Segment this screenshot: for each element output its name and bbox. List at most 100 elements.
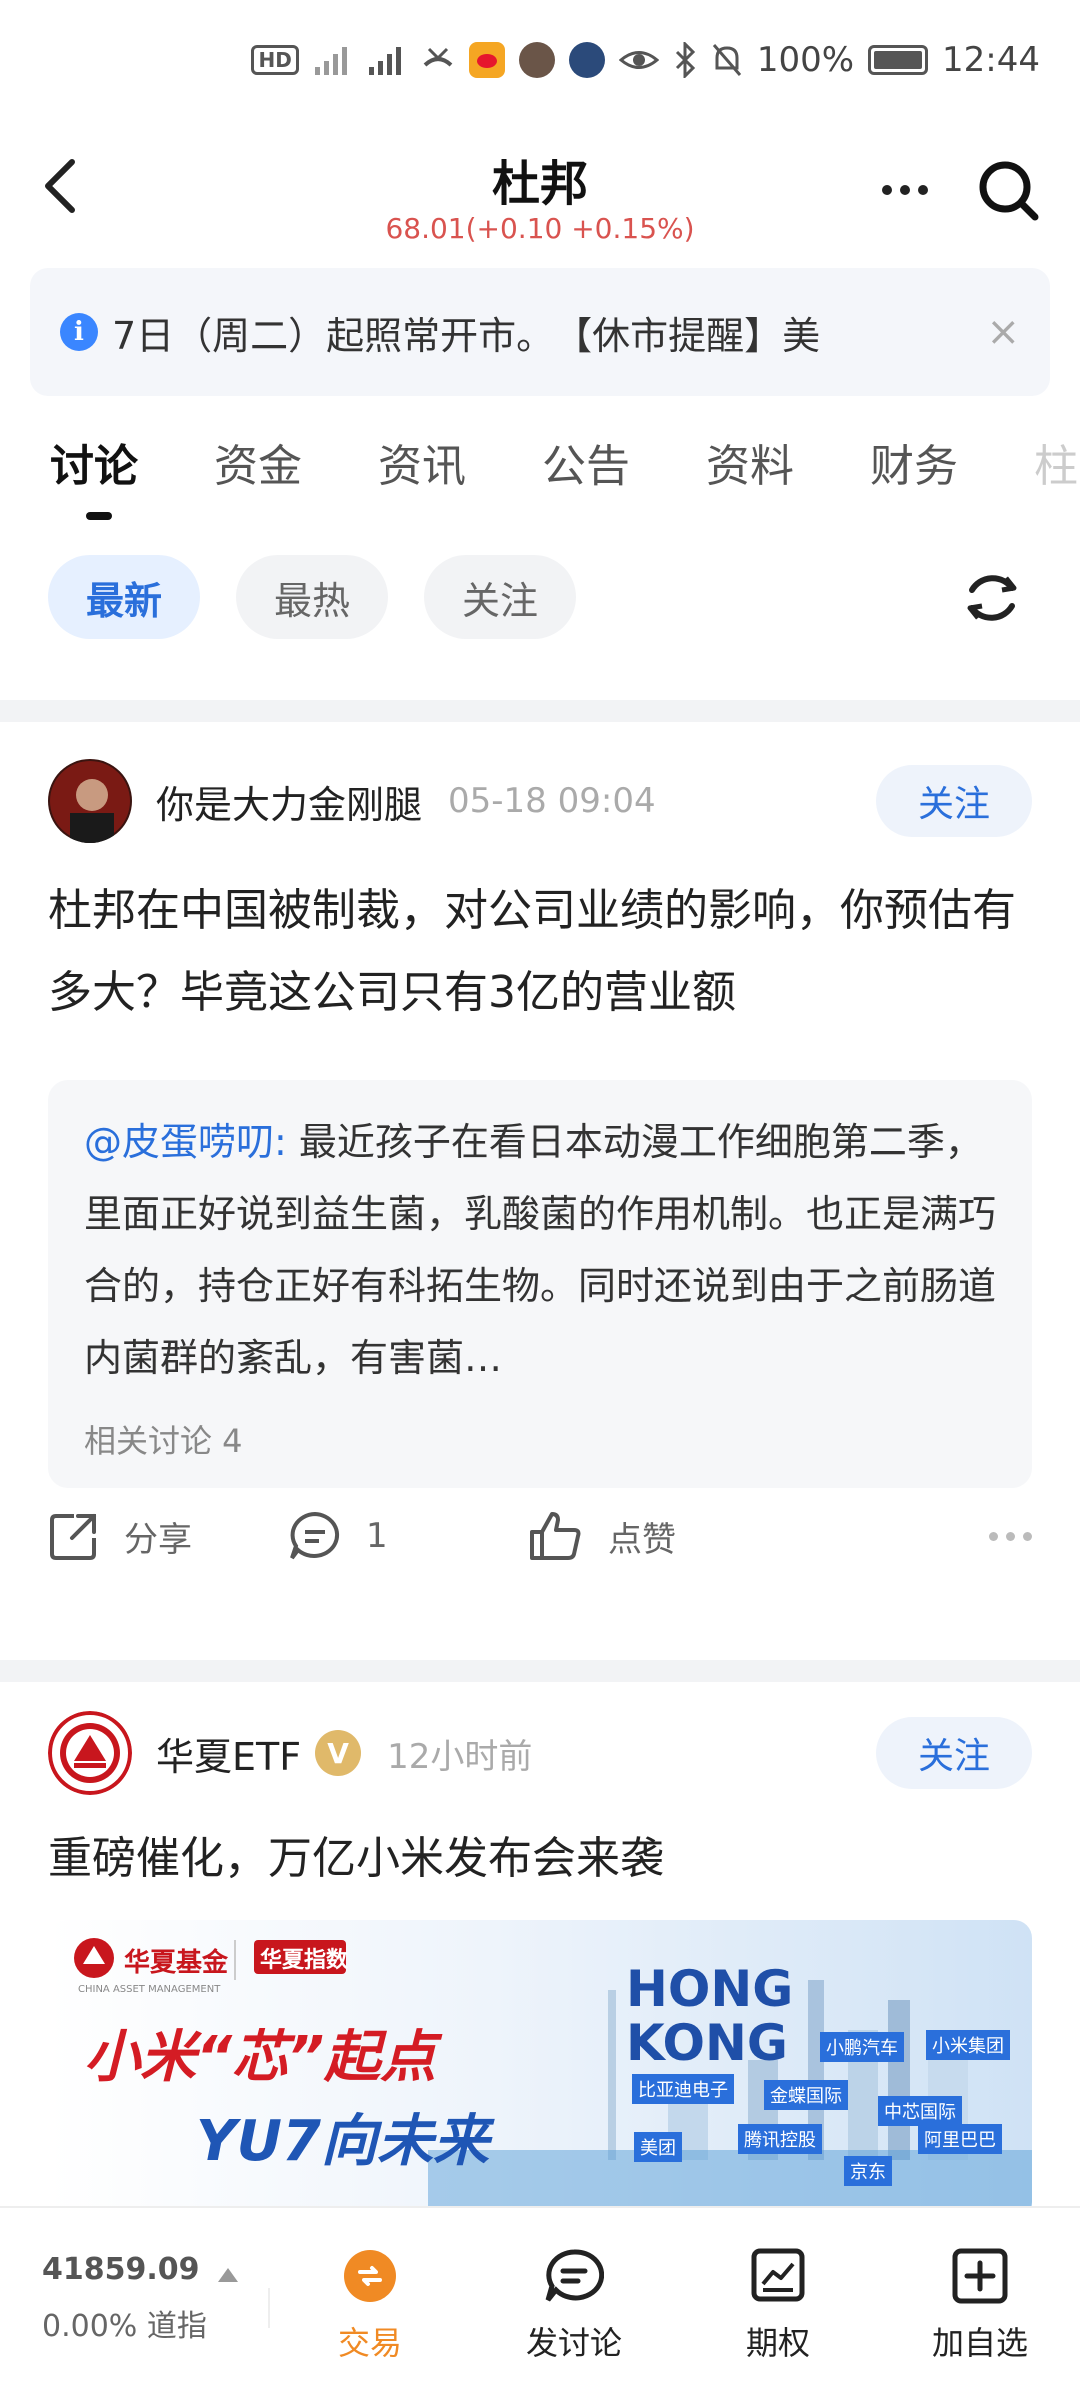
status-bar: HD 100% 12:44 bbox=[0, 0, 1080, 120]
banner-tag: 阿里巴巴 bbox=[918, 2124, 1002, 2154]
index-change: 0.00% 道指 bbox=[42, 2309, 207, 2344]
hd-icon: HD bbox=[251, 45, 299, 75]
search-button[interactable] bbox=[974, 156, 1044, 226]
signal-4g-icon bbox=[367, 40, 407, 80]
nav-divider bbox=[268, 2288, 270, 2328]
section-divider bbox=[0, 1660, 1080, 1682]
post-time: 12小时前 bbox=[387, 1736, 533, 1777]
refresh-button[interactable] bbox=[954, 560, 1030, 636]
follow-button[interactable]: 关注 bbox=[875, 765, 1032, 837]
post-time: 05-18 09:04 bbox=[448, 781, 656, 821]
banner-tag: 京东 bbox=[844, 2156, 892, 2186]
index-value: 41859.09 bbox=[42, 2252, 200, 2287]
plus-square-icon bbox=[952, 2248, 1008, 2304]
trade-icon bbox=[344, 2250, 396, 2302]
post-actions: 分享 1 点赞 bbox=[48, 1496, 1032, 1576]
refresh-icon bbox=[967, 575, 1017, 621]
like-label: 点赞 bbox=[608, 1519, 676, 1560]
notice-banner[interactable]: i 7日（周二）起照常开市。 【休市提醒】美 × bbox=[30, 268, 1050, 396]
banner-tag: 小米集团 bbox=[926, 2030, 1010, 2060]
nav-post-discussion[interactable]: 发讨论 bbox=[504, 2248, 644, 2364]
filter-hot[interactable]: 最热 bbox=[236, 555, 389, 639]
thumbs-up-icon bbox=[530, 1512, 581, 1560]
post-body[interactable]: 杜邦在中国被制裁，对公司业绩的影响，你预估有多大？毕竟这公司只有3亿的营业额 bbox=[48, 870, 1032, 1034]
like-button[interactable]: 点赞 bbox=[528, 1510, 676, 1562]
quote-mention[interactable]: @皮蛋唠叨: bbox=[84, 1120, 287, 1164]
post-card[interactable]: 你是大力金刚腿 05-18 09:04 关注 杜邦在中国被制裁，对公司业绩的影响… bbox=[0, 758, 1080, 1648]
tab-financials[interactable]: 财务 bbox=[870, 430, 958, 520]
post-body[interactable]: 重磅催化，万亿小米发布会来袭 bbox=[48, 1818, 1032, 1900]
banner-brand: 华夏基金 bbox=[124, 1948, 229, 1978]
author-name[interactable]: 你是大力金刚腿 bbox=[156, 774, 422, 829]
header: 杜邦 68.01(+0.10 +0.15%) bbox=[0, 130, 1080, 260]
filter-following[interactable]: 关注 bbox=[424, 555, 577, 639]
weibo-icon bbox=[468, 42, 505, 78]
filter-group: 最新 最热 关注 bbox=[48, 555, 577, 639]
filter-latest[interactable]: 最新 bbox=[48, 555, 201, 639]
related-discussions[interactable]: 相关讨论 4 bbox=[84, 1416, 996, 1462]
mute-bell-icon bbox=[711, 40, 743, 80]
nav-options[interactable]: 期权 bbox=[708, 2248, 848, 2364]
avatar[interactable] bbox=[48, 1711, 132, 1795]
banner-tag: 小鹏汽车 bbox=[820, 2032, 904, 2062]
follow-button[interactable]: 关注 bbox=[875, 1717, 1032, 1789]
post-header: 你是大力金刚腿 05-18 09:04 关注 bbox=[48, 758, 1032, 844]
banner-tag: 中芯国际 bbox=[878, 2096, 962, 2126]
clock: 12:44 bbox=[942, 40, 1040, 80]
share-label: 分享 bbox=[124, 1519, 192, 1560]
quote-text: @皮蛋唠叨: 最近孩子在看日本动漫工作细胞第二季，里面正好说到益生菌，乳酸菌的作… bbox=[84, 1106, 996, 1394]
share-button[interactable]: 分享 bbox=[48, 1510, 288, 1562]
more-options-button[interactable] bbox=[870, 160, 940, 220]
share-icon bbox=[50, 1514, 96, 1560]
comment-icon bbox=[290, 1511, 340, 1560]
info-icon: i bbox=[60, 313, 98, 351]
nav-trade[interactable]: 交易 bbox=[300, 2248, 440, 2364]
post-card[interactable]: 华夏ETF V 12小时前 关注 重磅催化，万亿小米发布会来袭 华夏基金 CHI… bbox=[0, 1710, 1080, 2220]
tab-bar: 讨论 资金 资讯 公告 资料 财务 柱 bbox=[50, 430, 1080, 520]
nav-options-label: 期权 bbox=[745, 2324, 810, 2362]
battery-percent: 100% bbox=[756, 40, 855, 80]
tab-news[interactable]: 资讯 bbox=[378, 430, 466, 520]
eye-icon bbox=[618, 40, 659, 80]
tab-announcements[interactable]: 公告 bbox=[542, 430, 630, 520]
battery-icon bbox=[868, 45, 929, 75]
tab-more[interactable]: 柱 bbox=[1034, 430, 1078, 520]
nav-add-watchlist[interactable]: 加自选 bbox=[910, 2248, 1050, 2364]
chart-icon bbox=[751, 2248, 805, 2302]
bottom-nav: 41859.09 0.00% 道指 交易 发讨论 期权 加自选 bbox=[0, 2206, 1080, 2400]
post-more-button[interactable] bbox=[989, 1531, 1032, 1541]
app-avatar-icon bbox=[518, 42, 555, 78]
search-icon bbox=[979, 161, 1039, 221]
index-ticker[interactable]: 41859.09 0.00% 道指 bbox=[42, 2252, 238, 2345]
author-name[interactable]: 华夏ETF bbox=[156, 1726, 301, 1781]
nav-post-discussion-label: 发讨论 bbox=[525, 2324, 622, 2362]
tab-profile[interactable]: 资料 bbox=[706, 430, 794, 520]
notice-text: 7日（周二）起照常开市。 【休市提醒】美 bbox=[112, 313, 821, 358]
banner-tag: 比亚迪电子 bbox=[632, 2074, 734, 2104]
close-icon[interactable]: × bbox=[986, 309, 1020, 355]
nav-trade-label: 交易 bbox=[337, 2324, 402, 2362]
post-banner-image[interactable]: 华夏基金 CHINA ASSET MANAGEMENT 华夏指数 小米“芯”起点… bbox=[48, 1920, 1032, 2220]
banner-brand-sub: CHINA ASSET MANAGEMENT bbox=[78, 1984, 221, 1995]
nav-add-watchlist-label: 加自选 bbox=[931, 2324, 1028, 2362]
missed-call-icon bbox=[421, 40, 455, 80]
comment-button[interactable]: 1 bbox=[288, 1510, 528, 1562]
quoted-post[interactable]: @皮蛋唠叨: 最近孩子在看日本动漫工作细胞第二季，里面正好说到益生菌，乳酸菌的作… bbox=[48, 1080, 1032, 1488]
app-avatar-icon-2 bbox=[568, 42, 605, 78]
banner-tag: 美团 bbox=[634, 2132, 682, 2162]
banner-headline-1: 小米“芯”起点 bbox=[84, 2025, 437, 2090]
bluetooth-icon bbox=[673, 40, 697, 80]
triangle-up-icon bbox=[217, 2267, 238, 2282]
comment-count: 1 bbox=[366, 1516, 388, 1556]
banner-tag: 金蝶国际 bbox=[764, 2080, 848, 2110]
signal-icon bbox=[313, 40, 353, 80]
tab-discussion[interactable]: 讨论 bbox=[50, 430, 138, 520]
banner-city-1: HONG bbox=[626, 1960, 794, 2018]
tab-funds[interactable]: 资金 bbox=[214, 430, 302, 520]
verified-badge: V bbox=[315, 1730, 362, 1776]
section-divider bbox=[0, 700, 1080, 722]
banner-city-2: KONG bbox=[626, 2014, 788, 2072]
banner-brand-tag: 华夏指数 bbox=[260, 1948, 349, 1973]
avatar[interactable] bbox=[48, 759, 132, 843]
chat-bubble-icon bbox=[545, 2249, 604, 2302]
